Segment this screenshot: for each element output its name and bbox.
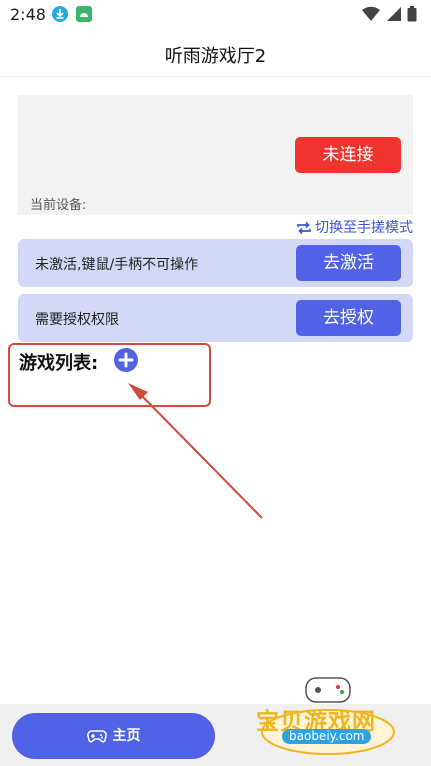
device-panel: 未连接 当前设备: — [18, 95, 413, 215]
swap-icon — [297, 221, 311, 235]
wifi-icon — [361, 6, 380, 22]
home-tab-button[interactable]: 主页 — [12, 713, 215, 759]
authorization-card: 需要授权权限 去授权 — [18, 294, 413, 342]
activation-status-text: 未激活,键鼠/手柄不可操作 — [35, 257, 199, 273]
switch-mode-link[interactable]: 切换至手搓模式 — [296, 217, 413, 236]
android-icon — [76, 6, 92, 22]
connect-button[interactable]: 未连接 — [295, 137, 401, 173]
download-icon — [52, 6, 68, 22]
activation-card: 未激活,键鼠/手柄不可操作 去激活 — [18, 239, 413, 287]
status-time: 2:48 — [10, 5, 46, 24]
activate-button[interactable]: 去激活 — [296, 245, 401, 281]
authorize-button[interactable]: 去授权 — [296, 300, 401, 336]
watermark-logo: 宝贝游戏网 baobeiy.com — [250, 670, 410, 762]
current-device-label: 当前设备: — [30, 198, 87, 213]
status-icons — [361, 6, 417, 24]
page-title: 听雨游戏厅2 — [164, 46, 267, 67]
status-bar: 2:48 — [0, 0, 431, 30]
battery-icon — [407, 6, 417, 22]
gamepad-icon — [86, 730, 107, 743]
switch-mode-label: 切换至手搓模式 — [315, 220, 413, 236]
signal-icon — [386, 7, 401, 21]
watermark-url: baobeiy.com — [282, 729, 372, 744]
home-tab-label: 主页 — [112, 728, 141, 744]
title-bar: 听雨游戏厅2 — [0, 30, 431, 77]
authorization-status-text: 需要授权权限 — [35, 312, 119, 328]
annotation-highlight-box — [8, 343, 211, 407]
